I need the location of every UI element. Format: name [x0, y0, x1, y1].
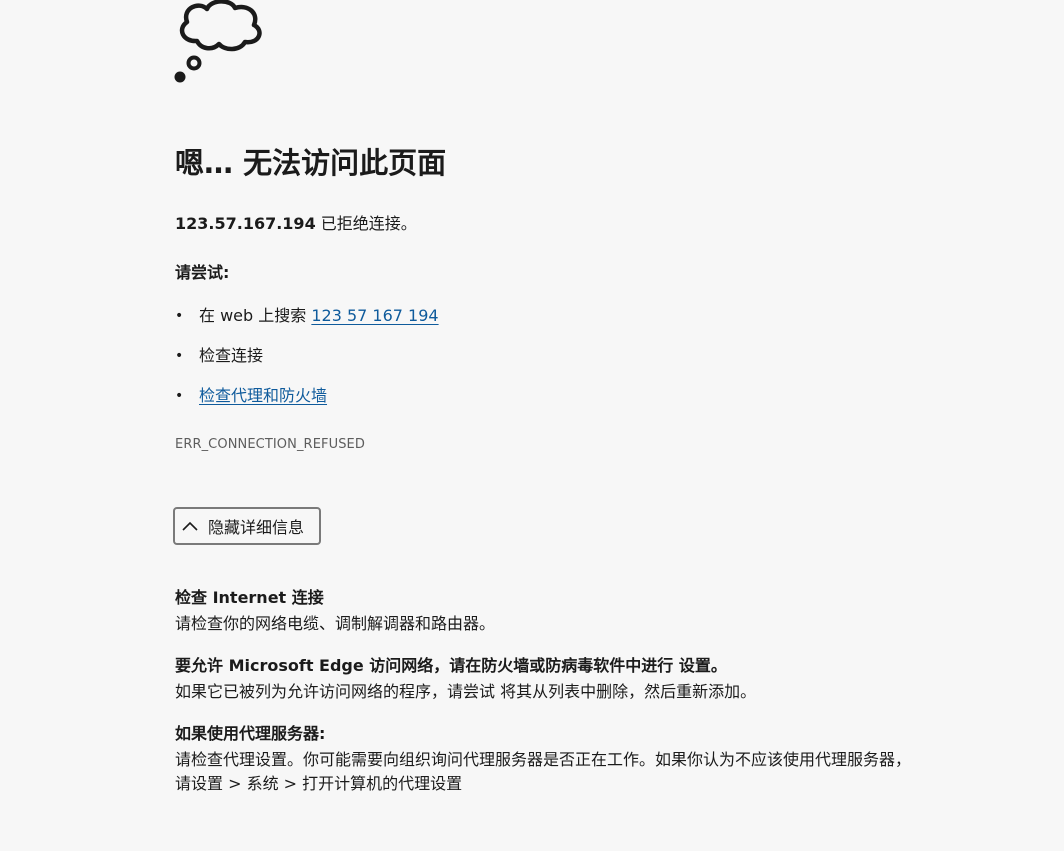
suggestion-text: 检查代理和防火墙: [199, 382, 327, 410]
bullet: •: [175, 308, 184, 324]
chevron-up-icon: [182, 521, 198, 531]
refused-message: 已拒绝连接。: [315, 214, 417, 233]
detail-check-internet: 检查 Internet 连接 请检查你的网络电缆、调制解调器和路由器。: [175, 584, 935, 636]
detail-body: 请检查你的网络电缆、调制解调器和路由器。: [175, 614, 496, 633]
search-web-prefix: 在 web 上搜索: [199, 306, 312, 325]
bullet: •: [175, 388, 184, 404]
details-panel: 检查 Internet 连接 请检查你的网络电缆、调制解调器和路由器。 要允许 …: [175, 584, 935, 812]
try-heading: 请尝试:: [175, 263, 230, 282]
suggestion-text: 在 web 上搜索 123 57 167 194: [199, 302, 439, 330]
thought-cloud-icon: [174, 0, 262, 83]
detail-heading: 如果使用代理服务器:: [175, 724, 326, 743]
detail-heading: 检查 Internet 连接: [175, 588, 324, 607]
detail-firewall: 要允许 Microsoft Edge 访问网络，请在防火墙或防病毒软件中进行 设…: [175, 652, 935, 704]
detail-proxy: 如果使用代理服务器: 请检查代理设置。你可能需要向组织询问代理服务器是否正在工作…: [175, 720, 935, 796]
hide-details-label: 隐藏详细信息: [208, 518, 305, 537]
error-code: ERR_CONNECTION_REFUSED: [175, 437, 365, 452]
bullet: •: [175, 348, 184, 364]
detail-body: 如果它已被列为允许访问网络的程序，请尝试 将其从列表中删除，然后重新添加。: [175, 682, 757, 701]
hide-details-button[interactable]: 隐藏详细信息: [173, 507, 321, 545]
detail-heading: 要允许 Microsoft Edge 访问网络，请在防火墙或防病毒软件中进行 设…: [175, 656, 727, 675]
check-connection-text: 检查连接: [199, 346, 264, 365]
error-summary: 123.57.167.194 已拒绝连接。: [175, 211, 417, 237]
check-proxy-firewall-link[interactable]: 检查代理和防火墙: [199, 386, 327, 405]
page-title: 嗯… 无法访问此页面: [175, 146, 447, 180]
detail-body: 请检查代理设置。你可能需要向组织询问代理服务器是否正在工作。如果你认为不应该使用…: [175, 750, 912, 793]
search-address-link[interactable]: 123 57 167 194: [311, 306, 438, 325]
host-address: 123.57.167.194: [175, 214, 316, 233]
